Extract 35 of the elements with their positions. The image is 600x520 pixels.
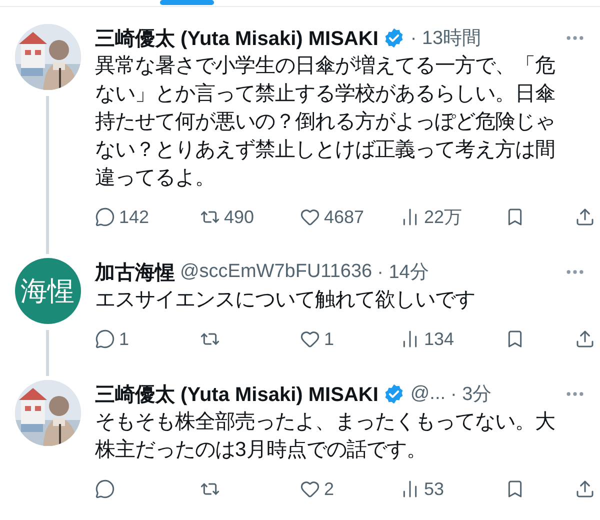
reply-icon: [95, 329, 115, 349]
tweet-text: そもそも株全部売ったよ、まったくもってない。大株主だったのは3月時点での話です。: [95, 410, 556, 463]
tweet-text: 異常な暑さで小学生の日傘が増えてる一方で、「危ない」とか言って禁止する学校があるらしい。日傘持たせて何が悪いの？倒れる方がよっぽど危険じゃない？とりあえず禁止しとけば正義って考え方は間違ってるよ。: [95, 53, 556, 191]
author-handle[interactable]: @...: [410, 383, 446, 405]
post-time: · 13時間: [410, 27, 482, 51]
share-button[interactable]: [575, 329, 595, 349]
like-icon: [300, 479, 320, 499]
like-button[interactable]: 2: [300, 478, 334, 500]
like-button[interactable]: 1: [300, 328, 334, 350]
tweet-text: エスサイエンスについて触れて欲しいです: [95, 288, 476, 313]
reply-icon: [95, 479, 115, 499]
like-icon: [300, 329, 320, 349]
post-time: · 14分: [377, 261, 429, 285]
reply-icon: [95, 207, 115, 227]
reply-button[interactable]: [95, 479, 115, 499]
share-icon: [575, 329, 595, 349]
tab-indicator: [160, 0, 214, 5]
repost-button[interactable]: 490: [200, 206, 254, 228]
share-button[interactable]: [575, 207, 595, 227]
reply-button[interactable]: 142: [95, 206, 150, 228]
avatar[interactable]: 海惺: [14, 258, 80, 324]
author-name[interactable]: 三崎優太 (Yuta Misaki) MISAKI: [95, 24, 378, 52]
like-button[interactable]: 4687: [300, 206, 364, 228]
post-time: · 3分: [450, 383, 492, 407]
views-button[interactable]: 134: [400, 328, 454, 350]
views-button[interactable]: 53: [400, 478, 444, 500]
share-button[interactable]: [575, 479, 595, 499]
author-handle[interactable]: @sccEmW7bFU11636: [180, 261, 372, 283]
views-button[interactable]: 22万: [400, 205, 462, 229]
author-name[interactable]: 三崎優太 (Yuta Misaki) MISAKI: [95, 380, 378, 408]
like-icon: [300, 207, 320, 227]
share-icon: [575, 479, 595, 499]
author-name[interactable]: 加古海惺: [95, 258, 175, 286]
share-icon: [575, 207, 595, 227]
reply-button[interactable]: 1: [95, 328, 130, 350]
